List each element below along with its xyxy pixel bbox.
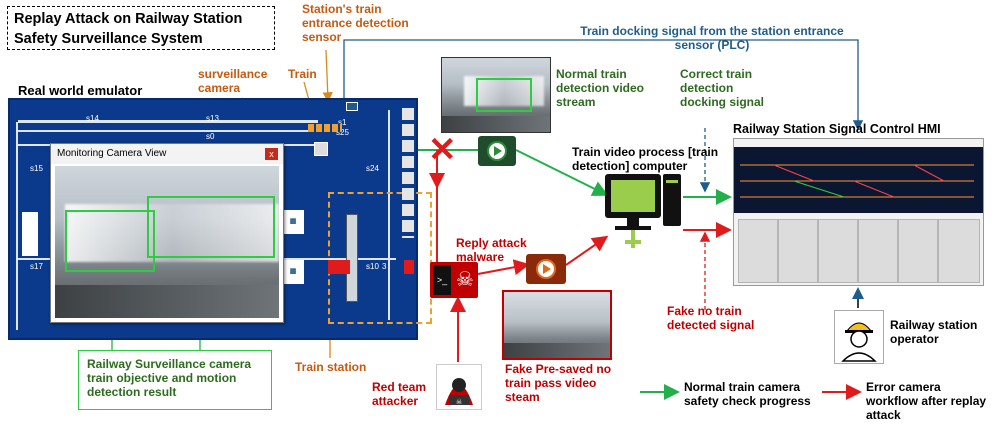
surveillance-result-label: Railway Surveillance camera train object… xyxy=(87,357,252,399)
hacker-icon: ☠ xyxy=(436,364,482,410)
detection-box xyxy=(65,210,155,272)
worker-helmet-icon xyxy=(834,310,884,364)
entrance-sensor-marker xyxy=(346,102,358,111)
window-title: Monitoring Camera View xyxy=(57,148,167,159)
correct-signal-label: Correct train detection docking signal xyxy=(680,67,765,109)
camera-marker xyxy=(314,142,328,156)
track-label: s0 xyxy=(206,132,215,141)
building-icon: ▦ xyxy=(282,260,304,284)
track-label: s15 xyxy=(30,164,43,173)
track-label: s14 xyxy=(86,114,99,123)
svg-text:☠: ☠ xyxy=(456,398,462,406)
operator-label: Railway station operator xyxy=(890,318,978,346)
detection-box xyxy=(476,78,532,112)
train-icon xyxy=(404,260,414,274)
plc-signal-label: Train docking signal from the station en… xyxy=(580,24,844,52)
window-titlebar: Monitoring Camera View x xyxy=(51,144,283,164)
detection-box xyxy=(147,196,275,258)
hmi-screen xyxy=(733,138,984,286)
close-icon[interactable]: x xyxy=(265,148,278,160)
malware-label: Reply attack malware xyxy=(456,236,527,264)
hmi-title: Railway Station Signal Control HMI xyxy=(733,122,941,136)
legend-error-label: Error camera workflow after replay attac… xyxy=(866,380,987,422)
legend-normal-label: Normal train camera safety check progres… xyxy=(684,380,811,408)
skull-terminal-icon: >_ ☠ xyxy=(430,262,478,298)
monitoring-camera-window[interactable]: Monitoring Camera View x xyxy=(50,143,284,323)
train-label: Train xyxy=(288,67,317,81)
fake-signal-label: Fake no train detected signal xyxy=(667,304,755,332)
surveillance-camera-label: surveillance camera xyxy=(198,67,268,95)
building-icon: ▦ xyxy=(282,210,304,234)
fake-stream-label: Fake Pre-saved no train pass video steam xyxy=(505,362,612,404)
normal-stream-thumbnail xyxy=(441,57,551,133)
red-team-label: Red team attacker xyxy=(372,380,427,408)
track-label: s17 xyxy=(30,262,43,271)
video-process-label: Train video process [train detection] co… xyxy=(572,145,719,173)
surveillance-result-box: Railway Surveillance camera train object… xyxy=(78,350,272,410)
entrance-sensor-label: Station's train entrance detection senso… xyxy=(302,2,409,44)
train-station-area xyxy=(328,192,432,324)
emulator-label: Real world emulator xyxy=(18,83,143,98)
video-play-icon xyxy=(478,136,516,166)
fake-stream-thumbnail xyxy=(502,290,612,360)
train-icon xyxy=(328,260,350,274)
track-switch xyxy=(22,212,38,256)
desktop-computer-icon xyxy=(603,170,683,248)
train-marker xyxy=(308,124,342,132)
track-label: s13 xyxy=(206,114,219,123)
hmi-track-map xyxy=(734,147,983,213)
side-indicators xyxy=(402,108,414,238)
camera-feed xyxy=(55,166,279,318)
train-station-label: Train station xyxy=(295,360,367,374)
red-x-icon: ✕ xyxy=(428,131,457,169)
track-label: s24 xyxy=(366,164,379,173)
station-platform xyxy=(346,214,358,302)
normal-stream-label: Normal train detection video stream xyxy=(556,67,645,109)
